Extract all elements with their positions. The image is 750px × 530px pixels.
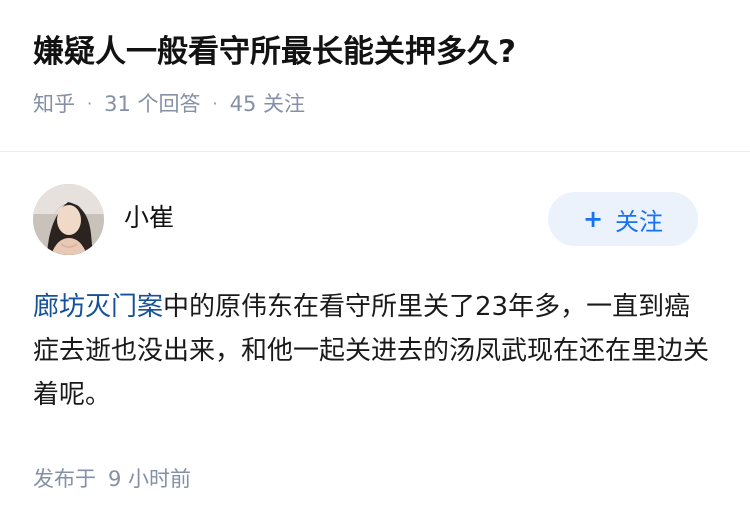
answer-count-group[interactable]: 31 个回答	[104, 88, 200, 118]
posted-label: 发布于	[33, 467, 96, 491]
topic-link[interactable]: 廊坊灭门案	[33, 292, 163, 322]
follow-button-label: 关注	[615, 207, 664, 236]
author-name[interactable]: 小崔	[124, 201, 174, 235]
answer-content: 廊坊灭门案中的原伟东在看守所里关了23年多，一直到癌症去逝也没出来，和他一起关进…	[33, 285, 713, 417]
answer-count-label: 个回答	[137, 92, 201, 116]
avatar[interactable]	[33, 184, 104, 255]
question-header: 嫌疑人一般看守所最长能关押多久? 知乎 · 31 个回答 · 45 关注	[33, 30, 730, 118]
section-divider	[0, 151, 750, 152]
meta-separator: ·	[212, 93, 218, 113]
avatar-image	[33, 184, 104, 255]
plus-icon: +	[582, 205, 604, 233]
meta-separator: ·	[87, 93, 93, 113]
post-time: 发布于 9 小时前	[33, 463, 191, 493]
source-label[interactable]: 知乎	[33, 88, 75, 118]
follow-button[interactable]: + 关注	[548, 192, 698, 246]
follower-count-group[interactable]: 45 关注	[230, 88, 305, 118]
follower-count-label: 关注	[263, 92, 306, 116]
answer-count: 31	[104, 92, 131, 116]
question-meta: 知乎 · 31 个回答 · 45 关注	[33, 88, 730, 118]
follower-count: 45	[229, 92, 257, 116]
posted-time: 9 小时前	[108, 467, 192, 491]
author-row: 小崔 + 关注	[33, 184, 698, 256]
question-title[interactable]: 嫌疑人一般看守所最长能关押多久?	[33, 30, 730, 74]
